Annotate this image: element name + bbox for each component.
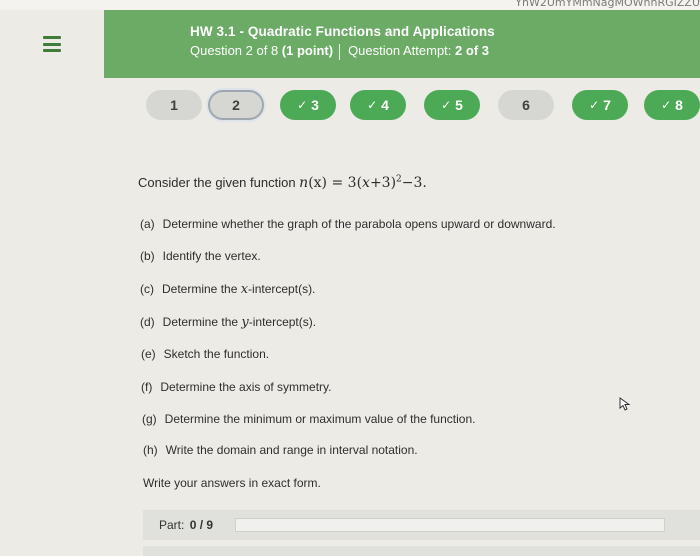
question-nav-label: 5 — [455, 97, 463, 113]
part-text: Identify the vertex. — [162, 249, 261, 263]
part-c: (c) Determine the x-intercept(s). — [140, 282, 315, 297]
question-nav-8[interactable]: ✓ 8 — [644, 90, 700, 120]
part-label-text: Part: — [159, 518, 185, 532]
question-nav-label: 6 — [522, 97, 530, 113]
question-nav-6[interactable]: 6 — [498, 90, 554, 120]
hamburger-menu-icon — [43, 36, 61, 52]
question-nav-2[interactable]: 2 — [208, 90, 264, 120]
part-label: (f) — [141, 380, 153, 394]
function-rhs-c: −3. — [401, 175, 427, 191]
problem-statement: Consider the given function n(x) = 3(x+3… — [138, 175, 427, 191]
part-label: (e) — [141, 347, 156, 361]
check-icon: ✓ — [441, 98, 452, 112]
question-content: Consider the given function n(x) = 3(x+3… — [0, 140, 700, 556]
function-rhs-a: = 3( — [327, 175, 363, 191]
part-variable: y — [241, 315, 249, 330]
header-text: HW 3.1 - Quadratic Functions and Applica… — [190, 24, 495, 60]
question-nav-7[interactable]: ✓ 7 — [572, 90, 628, 120]
answer-instructions: Write your answers in exact form. — [143, 476, 321, 490]
part-e: (e) Sketch the function. — [141, 347, 269, 362]
menu-button[interactable] — [0, 10, 104, 78]
part-label: (b) — [140, 249, 155, 263]
mouse-cursor-icon — [619, 397, 631, 411]
part-h: (h) Write the domain and range in interva… — [143, 443, 418, 458]
assignment-title: HW 3.1 - Quadratic Functions and Applica… — [190, 24, 495, 39]
part-variable: x — [240, 282, 249, 297]
part-text: Determine the — [162, 315, 242, 329]
attempt-value: 2 of 3 — [455, 43, 489, 58]
part-d: (d) Determine the y-intercept(s). — [140, 315, 316, 330]
part-f: (f) Determine the axis of symmetry. — [141, 380, 332, 395]
question-nav-3[interactable]: ✓ 3 — [280, 90, 336, 120]
part-text: Determine whether the graph of the parab… — [162, 217, 556, 231]
part-text: Write the domain and range in interval n… — [165, 443, 418, 457]
function-expression: n(x) = 3(x+3)2−3. — [299, 175, 427, 191]
question-info: Question 2 of 8 (1 point) Question Attemp… — [190, 43, 495, 60]
question-nav-label: 7 — [603, 97, 611, 113]
part-progress-value: 0 / 9 — [189, 518, 214, 532]
question-nav-label: 8 — [675, 97, 683, 113]
question-counter: Question 2 of 8 — [190, 43, 279, 58]
function-arg: (x) — [308, 175, 328, 191]
part-progress-label: Part: 0 / 9 — [159, 518, 213, 532]
question-nav-5[interactable]: ✓ 5 — [424, 90, 480, 120]
check-icon: ✓ — [367, 98, 378, 112]
next-panel-edge — [143, 546, 700, 556]
part-text-after: -intercept(s). — [248, 282, 316, 296]
question-nav-label: 3 — [311, 97, 319, 113]
part-label: (d) — [140, 315, 155, 329]
part-progress-panel: Part: 0 / 9 — [143, 510, 700, 540]
question-nav-4[interactable]: ✓ 4 — [350, 90, 406, 120]
part-text: Determine the — [162, 282, 241, 296]
top-strip-text: YnW2UmYMmNagMOWnnRGIZZU — [515, 0, 700, 8]
part-b: (b) Identify the vertex. — [140, 249, 261, 264]
check-icon: ✓ — [589, 98, 600, 112]
part-label: (c) — [140, 282, 154, 296]
part-text-after: -intercept(s). — [248, 315, 317, 329]
check-icon: ✓ — [297, 98, 308, 112]
function-var: x — [362, 175, 370, 191]
question-nav-label: 4 — [381, 97, 389, 113]
check-icon: ✓ — [661, 98, 672, 112]
intro-text: Consider the given function — [138, 175, 296, 190]
part-a: (a) Determine whether the graph of the pa… — [140, 217, 556, 232]
question-points: (1 point) — [281, 43, 334, 58]
function-rhs-b: +3) — [369, 175, 397, 191]
function-name: n — [299, 175, 309, 191]
part-g: (g) Determine the minimum or maximum valu… — [142, 412, 475, 427]
header-divider — [339, 43, 341, 60]
part-label: (g) — [142, 412, 157, 426]
part-text: Sketch the function. — [163, 347, 270, 361]
part-label: (h) — [143, 443, 158, 457]
question-nav-1[interactable]: 1 — [146, 90, 202, 120]
part-label: (a) — [140, 217, 155, 231]
part-text: Determine the axis of symmetry. — [160, 380, 332, 394]
question-nav-label: 1 — [170, 97, 178, 113]
part-text: Determine the minimum or maximum value o… — [164, 412, 476, 426]
question-nav-label: 2 — [232, 97, 240, 113]
question-navigation: 1 2 ✓ 3 ✓ 4 ✓ 5 6 ✓ 7 ✓ 8 — [0, 90, 700, 130]
attempt-label: Question Attempt: — [348, 43, 452, 58]
part-progress-bar — [235, 518, 665, 532]
